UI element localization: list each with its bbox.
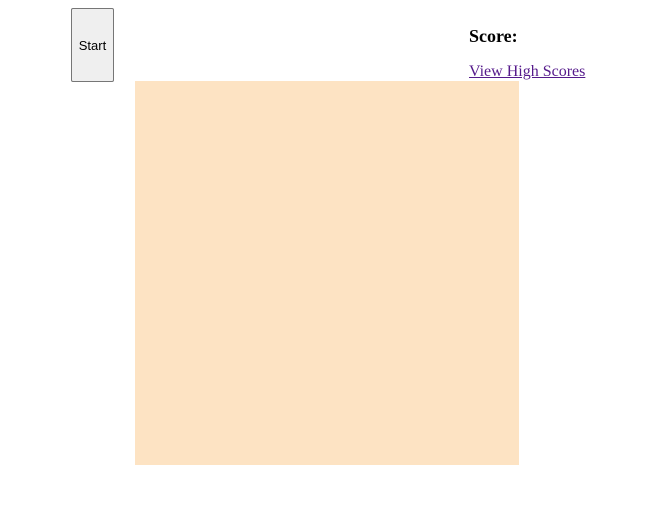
game-board[interactable]: [135, 81, 519, 465]
view-high-scores-link[interactable]: View High Scores: [469, 63, 585, 81]
score-display: Score:: [469, 26, 522, 47]
start-button[interactable]: Start: [71, 8, 114, 82]
score-label: Score:: [469, 26, 518, 46]
